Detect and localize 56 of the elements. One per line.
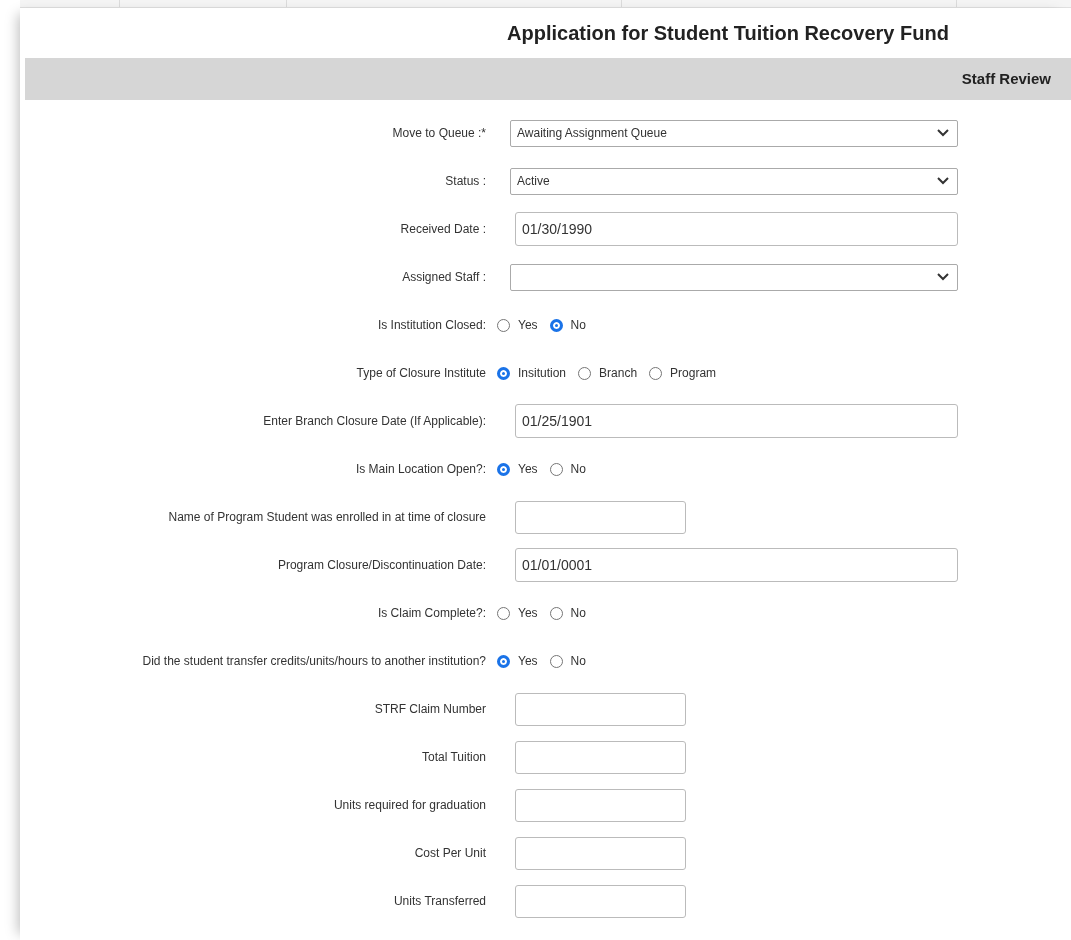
input-field[interactable]	[515, 788, 686, 822]
radio-button[interactable]	[497, 606, 510, 620]
field-label: Type of Closure Institute	[356, 365, 486, 382]
dropdown[interactable]: Active	[510, 167, 958, 195]
radio-label: No	[570, 317, 586, 334]
input-field[interactable]	[515, 692, 686, 726]
radio-button[interactable]	[549, 462, 563, 476]
radio-label: Insitution	[518, 365, 567, 382]
radio-button[interactable]	[549, 318, 563, 332]
chevron-down-icon	[937, 129, 949, 137]
date-field[interactable]: 01/30/1990	[515, 212, 958, 246]
radio-button[interactable]	[578, 366, 592, 380]
field-label: Units required for graduation	[333, 797, 486, 814]
radio-label: Branch	[599, 365, 638, 382]
field-label: Is Main Location Open?:	[355, 461, 486, 478]
radio-label: Yes	[518, 461, 538, 478]
field-label: Units Transferred	[393, 893, 486, 910]
radio-button[interactable]	[549, 606, 563, 620]
radio-label: No	[570, 653, 586, 670]
field-label: Is Claim Complete?:	[377, 605, 486, 622]
input-field[interactable]	[515, 740, 686, 774]
radio-label: Yes	[518, 317, 538, 334]
dropdown[interactable]: Awaiting Assignment Queue	[510, 119, 958, 147]
field-label: Received Date :	[400, 221, 486, 238]
radio-label: No	[570, 605, 586, 622]
field-label: Enter Branch Closure Date (If Applicable):	[263, 413, 486, 430]
radio-button[interactable]	[497, 366, 510, 380]
radio-button[interactable]	[497, 654, 510, 668]
chevron-down-icon	[937, 273, 949, 281]
radio-label: Program	[670, 365, 717, 382]
field-label: Total Tuition	[421, 749, 486, 766]
radio-button[interactable]	[497, 318, 510, 332]
input-field[interactable]	[515, 836, 686, 870]
chevron-down-icon	[937, 177, 949, 185]
field-label: STRF Claim Number	[374, 701, 486, 718]
field-label: Program Closure/Discontinuation Date:	[277, 557, 486, 574]
field-label: Did the student transfer credits/units/hours to another institution?	[142, 653, 486, 670]
field-label: Is Institution Closed:	[377, 317, 486, 334]
radio-button[interactable]	[497, 462, 510, 476]
date-field[interactable]: 01/25/1901	[515, 404, 958, 438]
field-label: Cost Per Unit	[414, 845, 486, 862]
dropdown[interactable]	[510, 263, 958, 291]
input-field[interactable]	[515, 500, 686, 534]
radio-label: Yes	[518, 653, 538, 670]
input-field[interactable]	[515, 884, 686, 918]
radio-button[interactable]	[649, 366, 663, 380]
radio-label: Yes	[518, 605, 538, 622]
date-field[interactable]: 01/01/0001	[515, 548, 958, 582]
field-label: Move to Queue :*	[392, 125, 486, 142]
field-label: Status :	[445, 173, 486, 190]
radio-button[interactable]	[549, 654, 563, 668]
field-label: Name of Program Student was enrolled in at time of closure	[168, 509, 486, 526]
radio-label: No	[570, 461, 586, 478]
section-title: Staff Review	[961, 68, 1051, 89]
field-label: Assigned Staff :	[402, 269, 486, 286]
page-title: Application for Student Tuition Recovery Fund	[507, 21, 949, 46]
